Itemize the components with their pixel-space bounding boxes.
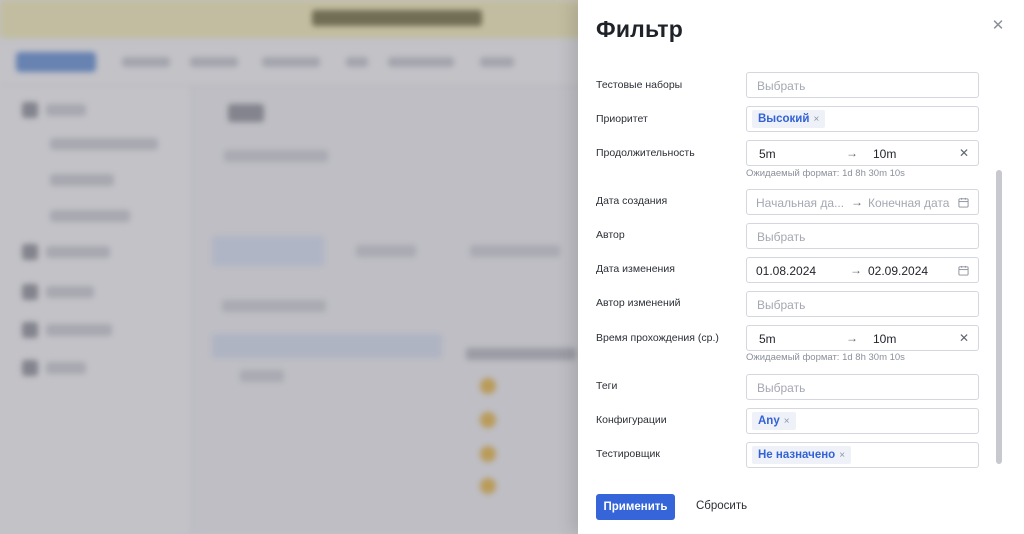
duration-to[interactable]: 10m (873, 147, 896, 161)
reset-button[interactable]: Сбросить (696, 500, 747, 512)
created-date-to[interactable]: Конечная дата (868, 196, 949, 210)
created-date-from[interactable]: Начальная да... (756, 196, 844, 210)
calendar-icon[interactable] (958, 197, 969, 208)
tags-placeholder: Выбрать (757, 381, 806, 395)
tester-chip: Не назначено × (752, 446, 852, 464)
avg-run-time-range-input[interactable]: 5m → 10m ✕ (746, 325, 979, 351)
configurations-chip: Any × (752, 412, 796, 430)
duration-from[interactable]: 5m (759, 147, 776, 161)
chip-remove-icon[interactable]: × (813, 114, 819, 125)
arrow-right-icon: → (851, 195, 863, 209)
clear-icon[interactable]: ✕ (959, 146, 969, 160)
priority-label: Приоритет (596, 113, 648, 125)
arrow-right-icon: → (850, 263, 862, 277)
author-placeholder: Выбрать (757, 230, 806, 244)
scrollbar[interactable] (996, 72, 1002, 464)
modified-by-select[interactable]: Выбрать (746, 291, 979, 317)
modified-date-label: Дата изменения (596, 263, 675, 275)
arrow-right-icon: → (846, 331, 858, 345)
configurations-chip-label: Any (758, 415, 780, 427)
drawer-title: Фильтр (596, 16, 684, 42)
modified-by-placeholder: Выбрать (757, 298, 806, 312)
tags-select[interactable]: Выбрать (746, 374, 979, 400)
calendar-icon[interactable] (958, 265, 969, 276)
chip-remove-icon[interactable]: × (839, 450, 845, 461)
priority-chip-label: Высокий (758, 113, 810, 125)
priority-select[interactable]: Высокий × (746, 106, 979, 132)
scrollbar-thumb[interactable] (996, 170, 1002, 464)
modified-date-to[interactable]: 02.09.2024 (868, 264, 928, 278)
arrow-right-icon: → (846, 146, 858, 160)
avg-run-time-to[interactable]: 10m (873, 332, 896, 346)
author-select[interactable]: Выбрать (746, 223, 979, 249)
tester-label: Тестировщик (596, 448, 660, 460)
tester-select[interactable]: Не назначено × (746, 442, 979, 468)
avg-run-time-hint: Ожидаемый формат: 1d 8h 30m 10s (746, 352, 905, 363)
configurations-select[interactable]: Any × (746, 408, 979, 434)
modified-date-range[interactable]: 01.08.2024 → 02.09.2024 (746, 257, 979, 283)
filter-drawer: Фильтр ✕ Тестовые наборы Выбрать Приорит… (578, 0, 1024, 534)
tester-chip-label: Не назначено (758, 449, 836, 461)
tags-label: Теги (596, 380, 618, 392)
author-label: Автор (596, 229, 625, 241)
close-icon[interactable]: ✕ (990, 18, 1006, 34)
chip-remove-icon[interactable]: × (784, 416, 790, 427)
clear-icon[interactable]: ✕ (959, 331, 969, 345)
avg-run-time-label: Время прохождения (ср.) (596, 332, 719, 344)
modified-date-from[interactable]: 01.08.2024 (756, 264, 816, 278)
test-suites-select[interactable]: Выбрать (746, 72, 979, 98)
created-date-range[interactable]: Начальная да... → Конечная дата (746, 189, 979, 215)
duration-range-input[interactable]: 5m → 10m ✕ (746, 140, 979, 166)
duration-hint: Ожидаемый формат: 1d 8h 30m 10s (746, 168, 905, 179)
priority-chip: Высокий × (752, 110, 826, 128)
modified-by-label: Автор изменений (596, 297, 681, 309)
test-suites-label: Тестовые наборы (596, 79, 683, 91)
duration-label: Продолжительность (596, 147, 695, 159)
test-suites-placeholder: Выбрать (757, 79, 806, 93)
created-date-label: Дата создания (596, 195, 668, 207)
avg-run-time-from[interactable]: 5m (759, 332, 776, 346)
apply-button[interactable]: Применить (596, 494, 675, 520)
configurations-label: Конфигурации (596, 414, 667, 426)
